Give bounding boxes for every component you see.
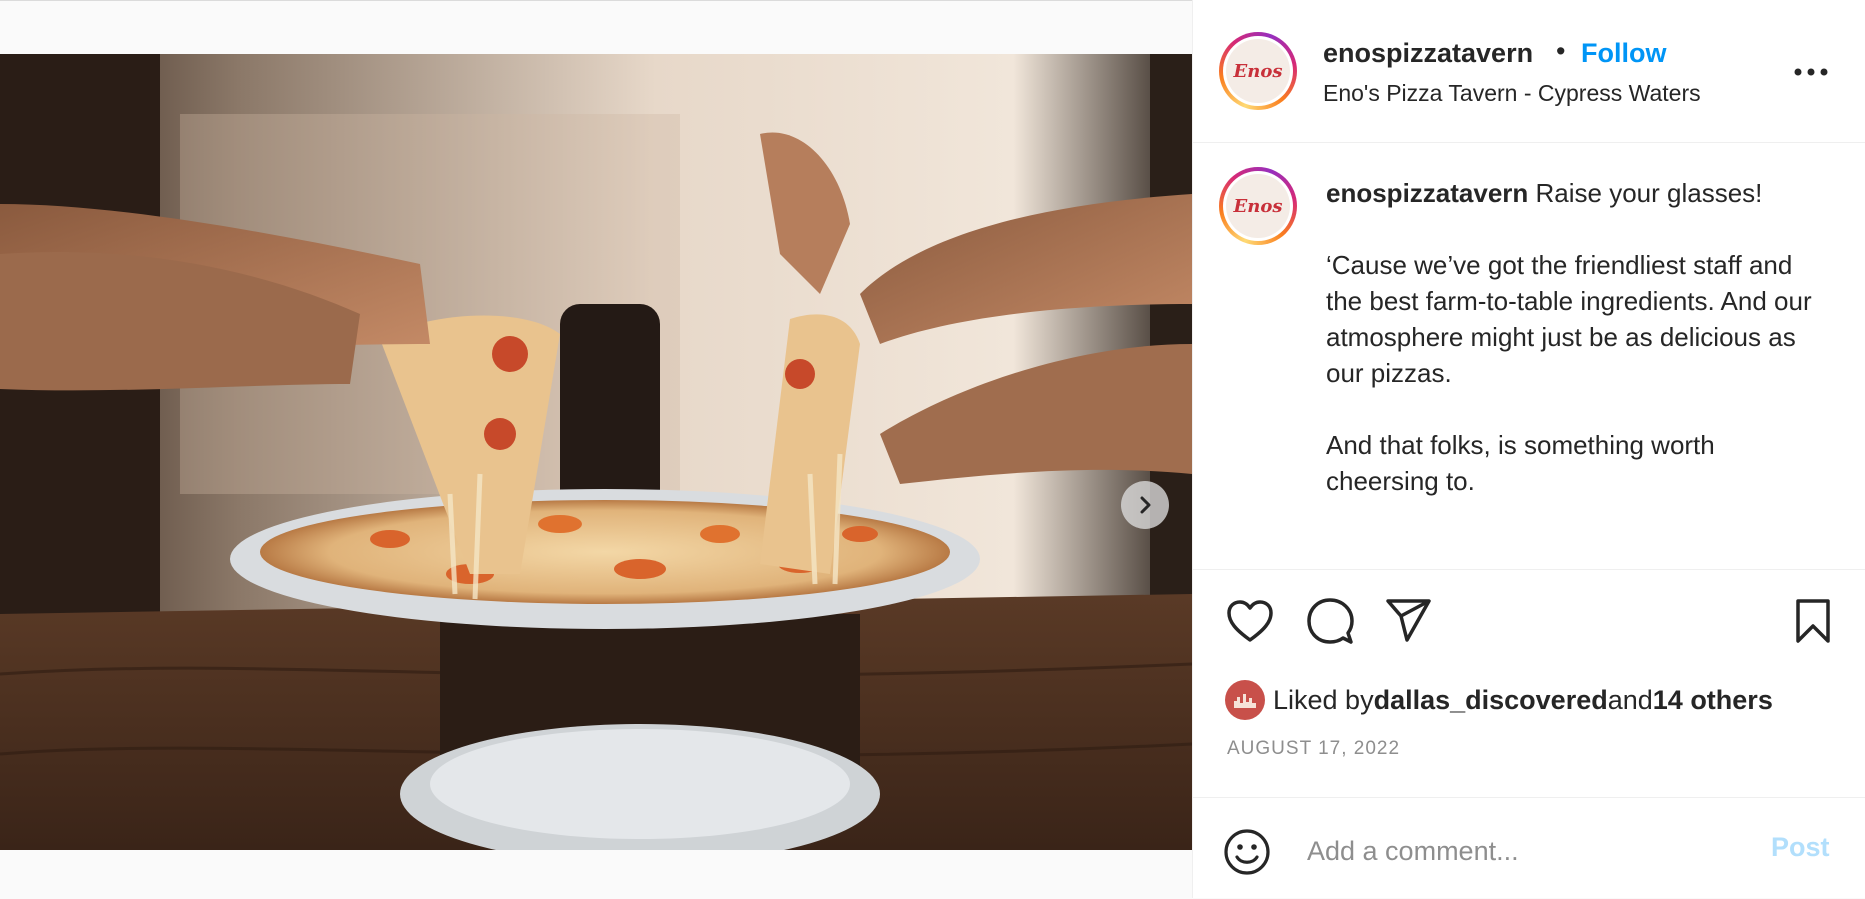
caption-line-2: ‘Cause we’ve got the friendliest staff a… bbox=[1326, 250, 1812, 388]
likes-summary: Liked by dallas_discovered and 14 others bbox=[1225, 680, 1773, 720]
caption-line-3: And that folks, is something worth cheer… bbox=[1326, 430, 1715, 496]
comment-bar: Post bbox=[1193, 797, 1865, 899]
ellipsis-icon bbox=[1794, 68, 1828, 76]
likes-others-link[interactable]: 14 others bbox=[1653, 685, 1773, 716]
author-username[interactable]: enospizzatavern bbox=[1323, 38, 1533, 69]
share-icon bbox=[1386, 599, 1431, 642]
chevron-right-icon bbox=[1140, 496, 1151, 514]
post-image[interactable] bbox=[0, 54, 1192, 850]
caption-avatar[interactable]: Enos bbox=[1219, 167, 1297, 245]
next-slide-button[interactable] bbox=[1121, 481, 1169, 529]
comment-icon bbox=[1307, 598, 1354, 644]
more-options-button[interactable] bbox=[1791, 52, 1831, 92]
pizza-photo bbox=[0, 54, 1192, 850]
smiley-icon bbox=[1224, 829, 1270, 875]
follow-button[interactable]: Follow bbox=[1581, 38, 1666, 69]
share-button[interactable] bbox=[1384, 596, 1434, 646]
caption-text: enospizzatavern Raise your glasses! ‘Cau… bbox=[1326, 175, 1816, 499]
liker-avatar[interactable] bbox=[1225, 680, 1265, 720]
bookmark-icon bbox=[1796, 599, 1830, 643]
enos-logo: Enos bbox=[1233, 195, 1283, 217]
save-button[interactable] bbox=[1788, 596, 1838, 646]
caption-line-1: Raise your glasses! bbox=[1528, 178, 1763, 208]
header-separator: • bbox=[1556, 36, 1566, 66]
comment-button[interactable] bbox=[1305, 596, 1355, 646]
caption-section: Enos enospizzatavern Raise your glasses!… bbox=[1193, 143, 1865, 570]
liker-username[interactable]: dallas_discovered bbox=[1374, 685, 1608, 716]
author-avatar[interactable]: Enos bbox=[1219, 32, 1297, 110]
post-date[interactable]: AUGUST 17, 2022 bbox=[1227, 738, 1400, 760]
skyline-icon bbox=[1234, 694, 1256, 708]
post-location[interactable]: Eno's Pizza Tavern - Cypress Waters bbox=[1323, 80, 1701, 107]
enos-logo: Enos bbox=[1233, 60, 1283, 82]
post-header: Enos enospizzatavern • Follow Eno's Pizz… bbox=[1193, 0, 1865, 143]
like-button[interactable] bbox=[1225, 596, 1275, 646]
post-side-panel: Enos enospizzatavern • Follow Eno's Pizz… bbox=[1192, 0, 1865, 898]
comment-input[interactable] bbox=[1305, 828, 1729, 874]
post-actions bbox=[1193, 570, 1865, 650]
heart-icon bbox=[1227, 600, 1273, 642]
caption-username[interactable]: enospizzatavern bbox=[1326, 178, 1528, 208]
post-comment-button[interactable]: Post bbox=[1771, 832, 1830, 863]
likes-prefix: Liked by bbox=[1273, 684, 1374, 715]
emoji-button[interactable] bbox=[1223, 828, 1271, 876]
likes-middle: and bbox=[1607, 684, 1653, 715]
